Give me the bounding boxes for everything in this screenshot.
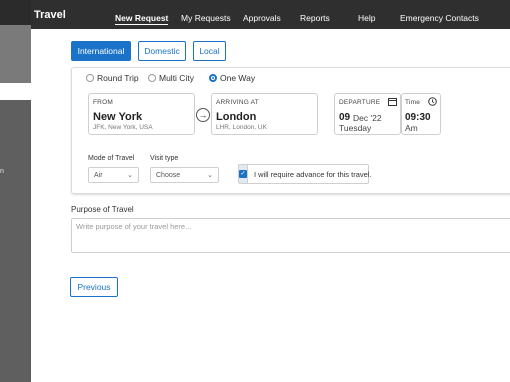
rail-menu-block[interactable] — [0, 25, 31, 83]
nav-reports[interactable]: Reports — [300, 13, 330, 23]
mode-of-travel-value: Air — [94, 171, 103, 179]
departure-weekday: Tuesday — [339, 123, 372, 133]
rail-item-text: n — [0, 168, 4, 175]
rail-top-block — [0, 0, 31, 25]
to-label: ARRIVING AT — [216, 99, 259, 106]
time-label: Time — [405, 99, 421, 106]
departure-day: 09 — [339, 112, 351, 123]
departure-month-year: Dec '22 — [353, 113, 382, 123]
radio-one-way-circle — [209, 74, 217, 82]
radio-one-way-label: One Way — [220, 73, 256, 83]
nav-emergency-contacts[interactable]: Emergency Contacts — [400, 13, 479, 23]
tab-domestic[interactable]: Domestic — [138, 41, 186, 61]
checkmark-icon[interactable]: ✓ — [239, 170, 247, 178]
radio-one-way[interactable]: One Way — [209, 73, 255, 83]
radio-multi-city-label: Multi City — [159, 73, 194, 83]
visit-type-value: Choose — [156, 171, 181, 179]
clock-icon — [428, 97, 437, 106]
mode-of-travel-label: Mode of Travel — [88, 155, 135, 162]
from-city: New York — [93, 111, 143, 123]
tab-international[interactable]: International — [71, 41, 131, 61]
from-detail: JFK, New York, USA — [93, 124, 153, 131]
advance-checkbox-field[interactable]: ✓ I will require advance for this travel… — [238, 164, 372, 184]
purpose-input[interactable] — [71, 218, 510, 253]
radio-round-trip-label: Round Trip — [97, 73, 139, 83]
swap-arrow-icon[interactable]: → — [196, 108, 210, 122]
from-label: FROM — [93, 99, 113, 106]
visit-type-select[interactable]: Choose ⌄ — [150, 167, 219, 183]
nav-new-request[interactable]: New Request — [115, 13, 169, 25]
mode-of-travel-select[interactable]: Air ⌄ — [88, 167, 139, 183]
previous-button[interactable]: Previous — [70, 277, 118, 297]
visit-type-label: Visit type — [150, 155, 179, 162]
chevron-down-icon: ⌄ — [207, 172, 213, 179]
rail-active-item[interactable] — [0, 83, 31, 100]
radio-round-trip-circle — [86, 74, 94, 82]
radio-multi-city[interactable]: Multi City — [148, 73, 194, 83]
to-city: London — [216, 111, 257, 123]
chevron-down-icon: ⌄ — [127, 172, 133, 179]
calendar-icon — [388, 98, 397, 106]
departure-label: DEPARTURE — [339, 99, 381, 106]
nav-approvals[interactable]: Approvals — [243, 13, 281, 23]
advance-checkbox-label: I will require advance for this travel. — [254, 169, 372, 179]
time-period: Am — [405, 123, 418, 133]
time-value: 09:30 — [405, 112, 431, 123]
nav-my-requests[interactable]: My Requests — [181, 13, 231, 23]
advance-checkbox-wrap[interactable]: ✓ — [239, 165, 248, 183]
radio-round-trip[interactable]: Round Trip — [86, 73, 139, 83]
purpose-label: Purpose of Travel — [71, 205, 134, 214]
to-detail: LHR, London, UK — [216, 124, 267, 131]
tab-local[interactable]: Local — [193, 41, 226, 61]
radio-multi-city-circle — [148, 74, 156, 82]
app-title: Travel — [34, 9, 66, 21]
left-rail: n — [0, 0, 31, 382]
nav-help[interactable]: Help — [358, 13, 375, 23]
